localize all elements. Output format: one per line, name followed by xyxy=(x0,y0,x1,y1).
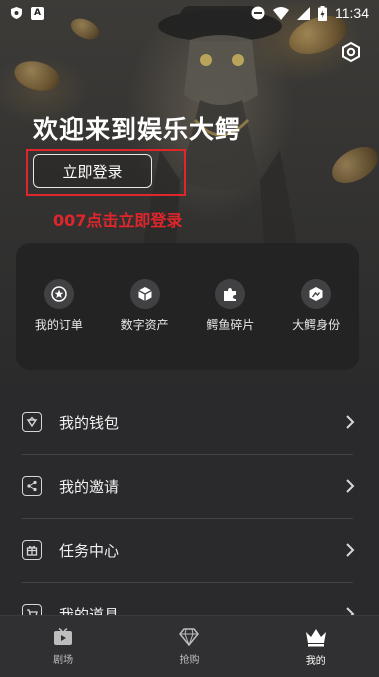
bottom-navigation: 剧场 抢购 我的 xyxy=(0,615,379,677)
menu-item-task-center[interactable]: 任务中心 xyxy=(0,518,379,582)
chevron-right-icon xyxy=(346,543,355,557)
nav-tab-label: 抢购 xyxy=(179,654,200,666)
nav-tab-label: 我的 xyxy=(305,655,326,667)
nav-tab-theater[interactable]: 剧场 xyxy=(0,616,126,677)
menu-item-invite[interactable]: 我的邀请 xyxy=(0,454,379,518)
quick-action-identity[interactable]: 大鳄身份 xyxy=(277,279,355,333)
nav-tab-label: 剧场 xyxy=(53,654,74,666)
login-annotation-text: 007点击立即登录 xyxy=(53,211,183,230)
status-bar: A 11:34 xyxy=(0,0,379,26)
coin-decoration xyxy=(11,56,63,96)
id-card-icon xyxy=(301,279,332,309)
quick-action-orders[interactable]: 我的订单 xyxy=(20,279,98,333)
cube-icon xyxy=(129,279,160,309)
wallet-icon xyxy=(22,412,42,432)
nav-tab-flash-sale[interactable]: 抢购 xyxy=(126,616,252,677)
quick-action-label: 大鳄身份 xyxy=(292,318,341,332)
settings-hexagon-icon[interactable] xyxy=(340,41,362,63)
nav-tab-mine[interactable]: 我的 xyxy=(253,616,379,677)
theater-play-icon xyxy=(54,627,73,645)
quick-actions-panel: 我的订单 数字资产 鳄鱼碎片 大鳄身份 xyxy=(16,243,359,370)
signal-icon xyxy=(297,6,310,20)
app-a-icon: A xyxy=(31,6,44,20)
menu-item-label: 我的钱包 xyxy=(59,413,120,432)
do-not-disturb-icon xyxy=(251,6,265,20)
menu-item-wallet[interactable]: 我的钱包 xyxy=(0,390,379,454)
quick-action-digital-assets[interactable]: 数字资产 xyxy=(106,279,184,333)
quick-action-label: 我的订单 xyxy=(34,318,83,332)
menu-item-label: 任务中心 xyxy=(59,541,120,560)
shield-notification-icon xyxy=(11,7,22,19)
quick-action-croc-fragments[interactable]: 鳄鱼碎片 xyxy=(191,279,269,333)
chevron-right-icon xyxy=(346,415,355,429)
diamond-icon xyxy=(179,627,200,646)
crown-icon xyxy=(305,628,326,646)
menu-list: 我的钱包 我的邀请 任务中心 我的道具 xyxy=(0,390,379,646)
gift-icon xyxy=(22,540,42,560)
puzzle-icon xyxy=(215,279,246,309)
share-icon xyxy=(22,476,42,496)
status-time: 11:34 xyxy=(335,5,369,21)
login-button[interactable]: 立即登录 xyxy=(33,154,152,188)
star-icon xyxy=(43,279,74,309)
coin-decoration xyxy=(325,139,379,191)
quick-action-label: 数字资产 xyxy=(120,318,169,332)
battery-icon xyxy=(318,5,327,21)
welcome-title: 欢迎来到娱乐大鳄 xyxy=(33,115,242,144)
wifi-icon xyxy=(273,6,289,20)
quick-action-label: 鳄鱼碎片 xyxy=(206,318,255,332)
menu-item-label: 我的邀请 xyxy=(59,477,120,496)
chevron-right-icon xyxy=(346,479,355,493)
